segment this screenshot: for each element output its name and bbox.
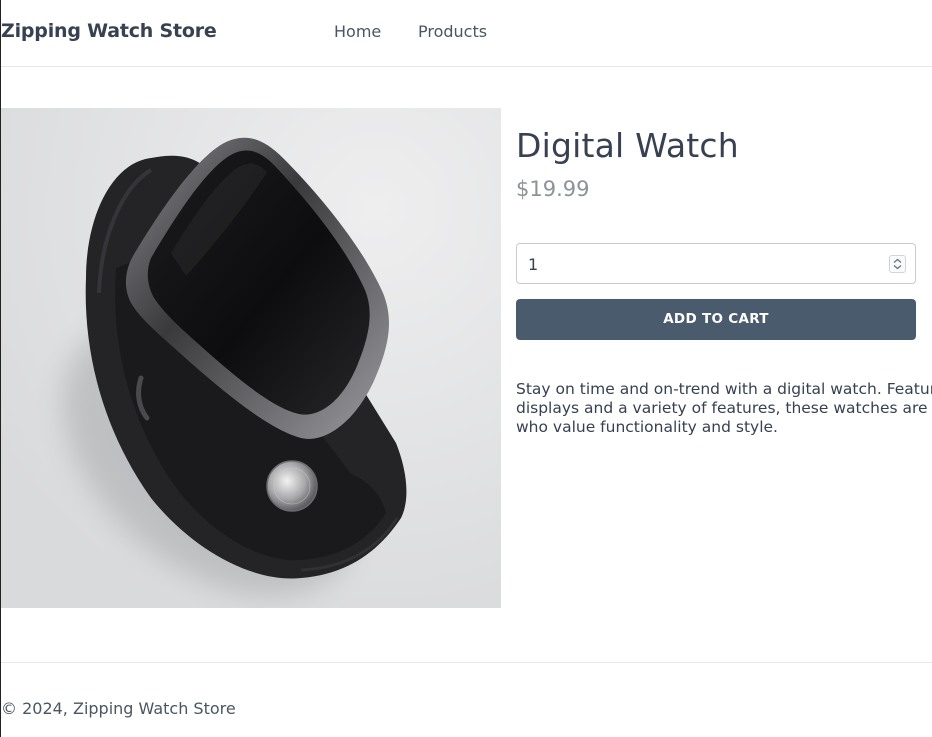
brand-logo-link[interactable]: Zipping Watch Store [1,20,217,42]
spinner-arrows-icon[interactable] [889,255,906,273]
product-image [1,108,501,608]
site-header: Zipping Watch Store Home Products [1,0,932,67]
description-line: displays and a variety of features, thes… [516,399,932,417]
nav-home-link[interactable]: Home [334,22,381,41]
description-line: who value functionality and style. [516,418,778,436]
add-to-cart-button[interactable]: ADD TO CART [516,299,916,340]
nav-products-link[interactable]: Products [418,22,487,41]
description-line: Stay on time and on-trend with a digital… [516,380,932,398]
quantity-value[interactable]: 1 [528,255,538,274]
product-title: Digital Watch [516,126,739,165]
watch-image [1,108,501,608]
product-description: Stay on time and on-trend with a digital… [516,380,932,440]
copyright-text: © 2024, Zipping Watch Store [1,699,236,718]
site-footer: © 2024, Zipping Watch Store [1,662,932,737]
quantity-input[interactable]: 1 [516,243,916,284]
product-price: $19.99 [516,177,590,201]
